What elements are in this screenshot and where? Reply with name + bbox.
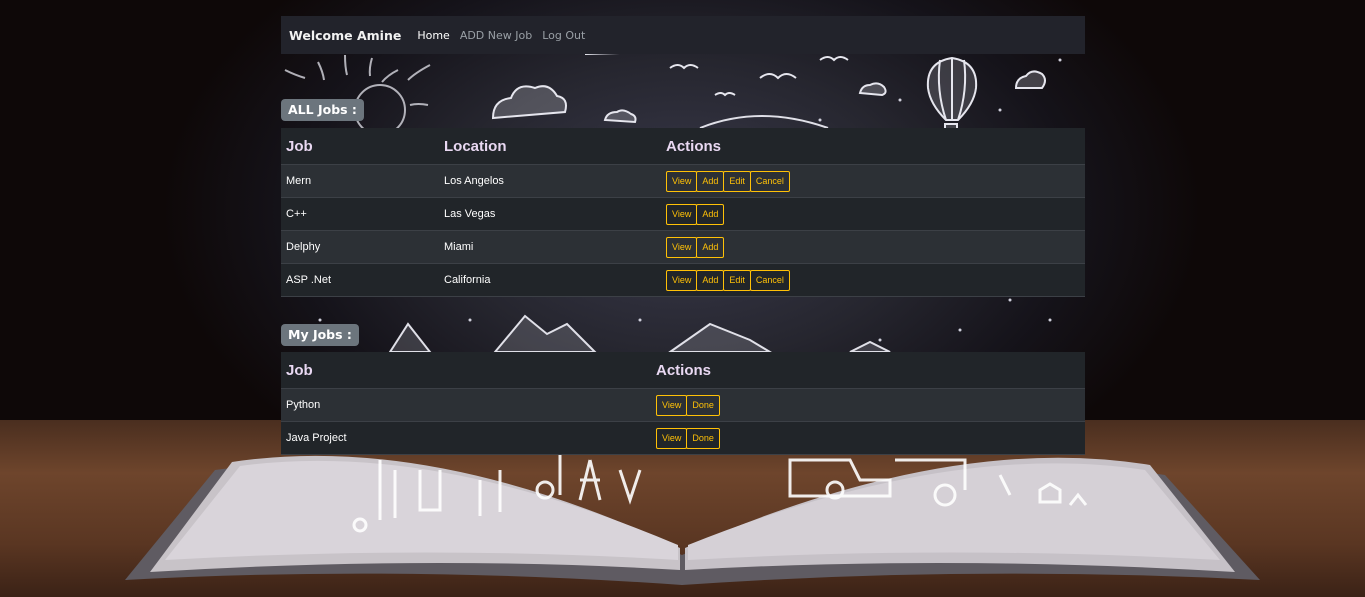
- view-button[interactable]: View: [666, 269, 698, 291]
- actions-cell: View Done: [651, 421, 1085, 455]
- edit-button[interactable]: Edit: [723, 269, 751, 291]
- column-header-location: Location: [439, 128, 661, 165]
- column-header-actions: Actions: [661, 128, 1085, 165]
- view-button[interactable]: View: [666, 236, 698, 258]
- job-cell: Python: [281, 388, 651, 422]
- table-header-row: Job Location Actions: [281, 128, 1085, 165]
- actions-cell: View Done: [651, 388, 1085, 422]
- my-jobs-table: Job Actions Python View Done Java Project…: [281, 352, 1085, 455]
- table-row: Delphy Miami View Add: [281, 230, 1085, 264]
- job-cell: Mern: [281, 164, 439, 198]
- background-image: [0, 0, 1365, 597]
- brand-welcome[interactable]: Welcome Amine: [289, 28, 401, 43]
- view-button[interactable]: View: [666, 203, 698, 225]
- top-navbar: Welcome Amine Home ADD New Job Log Out: [281, 16, 1085, 54]
- done-button[interactable]: Done: [686, 427, 720, 449]
- table-header-row: Job Actions: [281, 352, 1085, 389]
- nav-link-log-out[interactable]: Log Out: [542, 29, 585, 42]
- actions-cell: View Add: [661, 230, 1085, 264]
- actions-cell: View Add: [661, 197, 1085, 231]
- nav-link-add-new-job[interactable]: ADD New Job: [460, 29, 532, 42]
- location-cell: Los Angelos: [439, 164, 661, 198]
- table-row: Python View Done: [281, 388, 1085, 422]
- cancel-button[interactable]: Cancel: [749, 170, 790, 192]
- actions-cell: View Add Edit Cancel: [661, 164, 1085, 198]
- edit-button[interactable]: Edit: [723, 170, 751, 192]
- add-button[interactable]: Add: [696, 236, 725, 258]
- column-header-job: Job: [281, 128, 439, 165]
- column-header-job: Job: [281, 352, 651, 389]
- job-cell: Java Project: [281, 421, 651, 455]
- table-row: Java Project View Done: [281, 421, 1085, 455]
- column-header-actions: Actions: [651, 352, 1085, 389]
- table-row: Mern Los Angelos View Add Edit Cancel: [281, 164, 1085, 198]
- book-illustration: [125, 38, 1260, 585]
- job-cell: C++: [281, 197, 439, 231]
- location-cell: Miami: [439, 230, 661, 264]
- job-cell: Delphy: [281, 230, 439, 264]
- cancel-button[interactable]: Cancel: [749, 269, 790, 291]
- nav-links: Home ADD New Job Log Out: [417, 29, 585, 42]
- my-jobs-badge: My Jobs :: [281, 324, 359, 346]
- location-cell: California: [439, 263, 661, 297]
- actions-cell: View Add Edit Cancel: [661, 263, 1085, 297]
- all-jobs-badge: ALL Jobs :: [281, 99, 364, 121]
- add-button[interactable]: Add: [696, 203, 725, 225]
- all-jobs-table: Job Location Actions Mern Los Angelos Vi…: [281, 128, 1085, 297]
- view-button[interactable]: View: [656, 394, 688, 416]
- table-row: ASP .Net California View Add Edit Cancel: [281, 263, 1085, 297]
- view-button[interactable]: View: [666, 170, 698, 192]
- view-button[interactable]: View: [656, 427, 688, 449]
- job-cell: ASP .Net: [281, 263, 439, 297]
- add-button[interactable]: Add: [696, 269, 725, 291]
- table-row: C++ Las Vegas View Add: [281, 197, 1085, 231]
- location-cell: Las Vegas: [439, 197, 661, 231]
- nav-link-home[interactable]: Home: [417, 29, 449, 42]
- add-button[interactable]: Add: [696, 170, 725, 192]
- done-button[interactable]: Done: [686, 394, 720, 416]
